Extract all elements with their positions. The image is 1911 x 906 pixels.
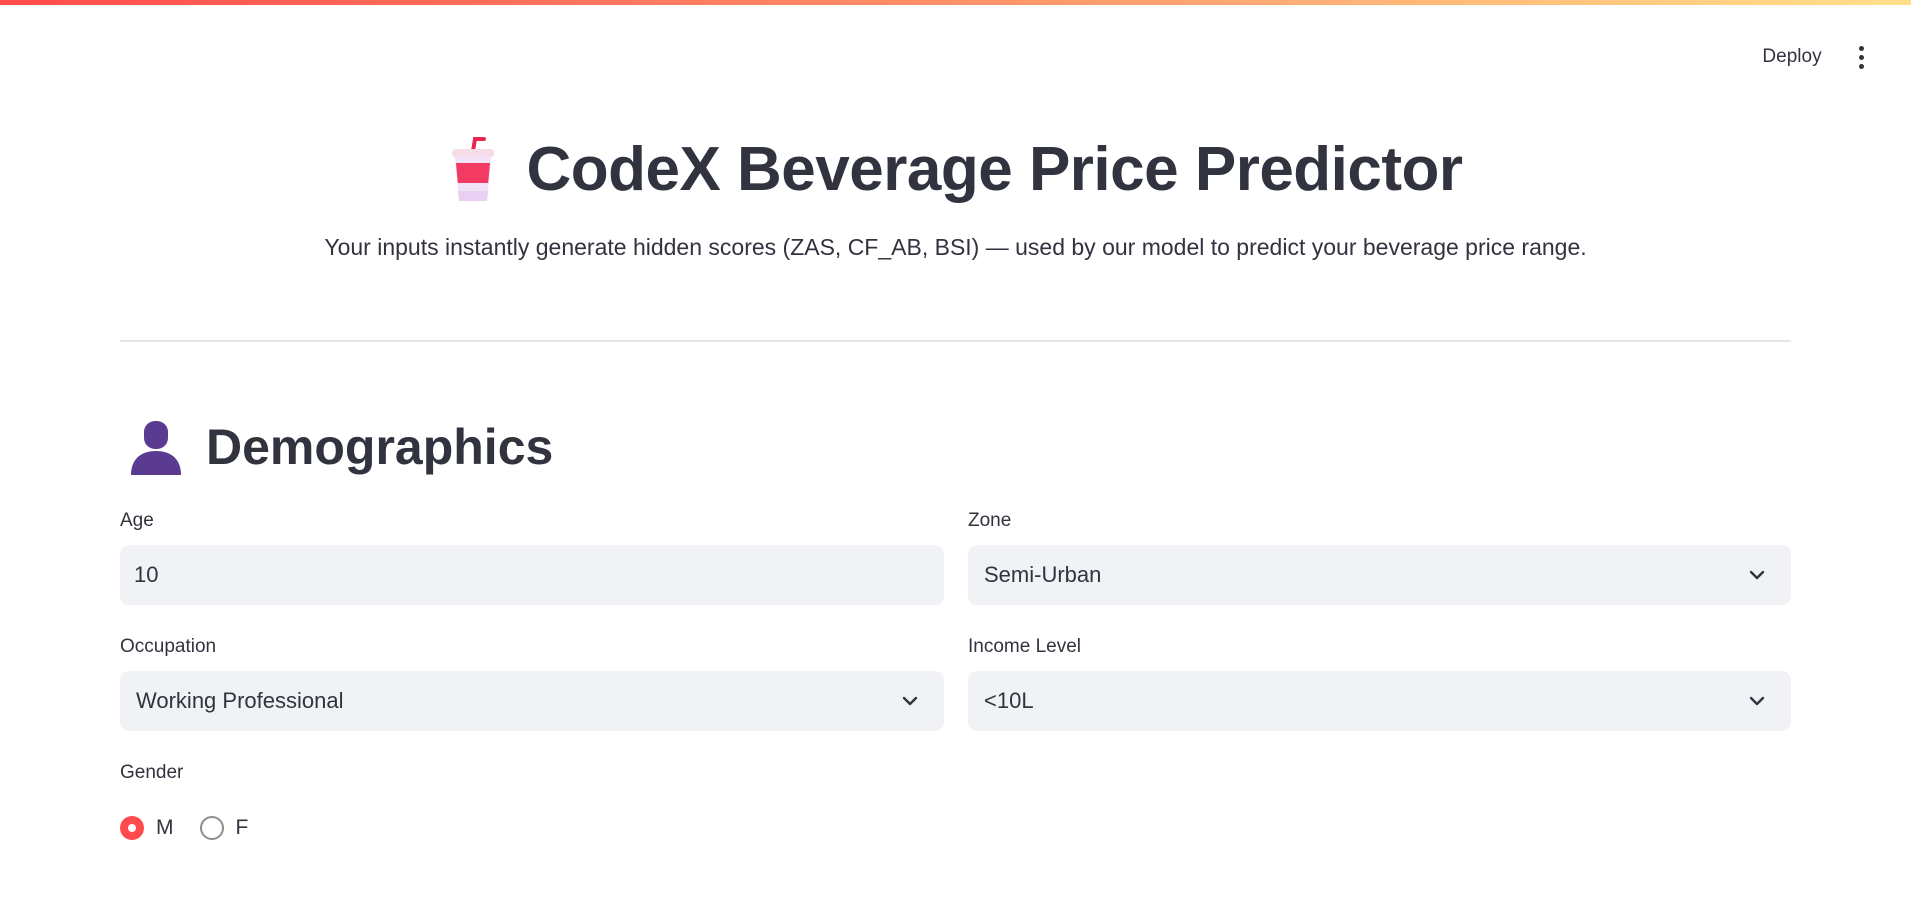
more-vertical-icon[interactable] — [1847, 43, 1875, 71]
zone-value: Semi-Urban — [984, 562, 1102, 587]
gender-radio-group: M F — [120, 815, 274, 841]
gender-label: Gender — [120, 762, 184, 783]
occupation-value: Working Professional — [136, 688, 344, 713]
chevron-down-icon — [902, 696, 918, 706]
age-value[interactable]: 10 — [134, 562, 158, 588]
gender-option-m[interactable]: M — [120, 816, 174, 840]
chevron-down-icon — [1749, 570, 1765, 580]
page-title-row: CodeX Beverage Price Predictor — [0, 128, 1911, 210]
age-number-input[interactable]: 10 — [120, 545, 1043, 605]
occupation-label: Occupation — [120, 636, 217, 657]
header-decoration-bar — [0, 0, 1911, 5]
chevron-down-icon — [1749, 696, 1765, 706]
radio-selected-icon[interactable] — [120, 816, 144, 840]
page-title: CodeX Beverage Price Predictor — [526, 134, 1463, 204]
cup-with-straw-icon — [452, 137, 495, 201]
occupation-select[interactable]: Working Professional — [120, 671, 944, 731]
income-level-value: <10L — [984, 688, 1034, 713]
radio-unselected-icon[interactable] — [199, 816, 224, 840]
deploy-button[interactable]: Deploy — [1749, 43, 1835, 71]
zone-label: Zone — [968, 510, 1012, 531]
gender-option-label: M — [156, 816, 174, 839]
gender-option-label: F — [235, 816, 249, 839]
section-header-demographics: Demographics — [128, 412, 553, 482]
page-subtitle: Your inputs instantly generate hidden sc… — [324, 234, 1587, 260]
income-level-label: Income Level — [968, 636, 1082, 657]
divider — [120, 340, 1791, 342]
zone-select[interactable]: Semi-Urban — [968, 545, 1791, 605]
gender-option-f[interactable]: F — [199, 816, 249, 840]
person-silhouette-icon — [131, 421, 181, 475]
income-level-select[interactable]: <10L — [968, 671, 1791, 731]
age-label: Age — [120, 510, 154, 531]
section-title: Demographics — [206, 419, 554, 475]
